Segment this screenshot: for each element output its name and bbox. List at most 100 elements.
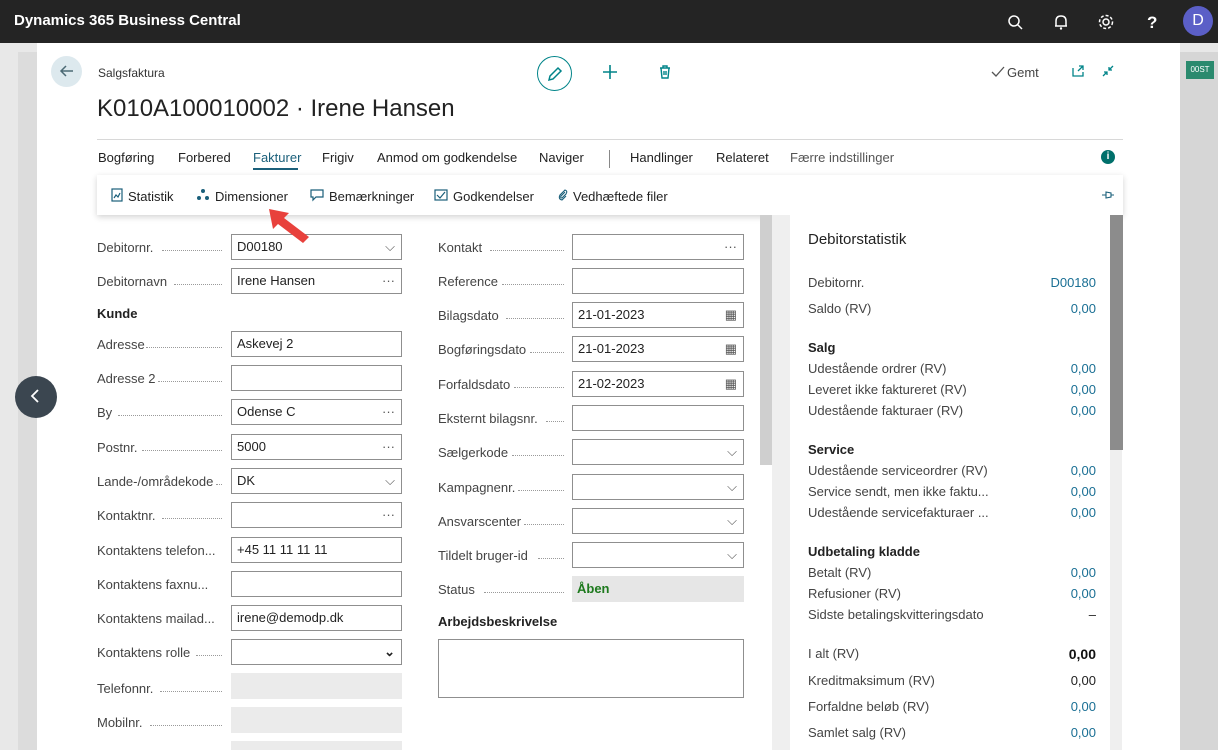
menu-faerre-indstillinger[interactable]: Færre indstillinger — [790, 150, 894, 165]
tildelt-bruger-field[interactable]: ⌵ — [572, 542, 744, 568]
factbox-splitter[interactable] — [760, 215, 772, 465]
kontakt-mail-field[interactable]: irene@demodp.dk — [231, 605, 402, 631]
menu-forbered[interactable]: Forbered — [178, 150, 231, 165]
fb-forfaldne-value[interactable]: 0,00 — [1071, 699, 1096, 714]
collapse-icon[interactable] — [1100, 63, 1116, 79]
menu-fakturer[interactable]: Fakturer — [253, 150, 301, 165]
factbox-scrollbar[interactable] — [1110, 215, 1123, 450]
vedhaeftede-filer-action[interactable]: Vedhæftede filer — [573, 189, 668, 204]
kontakt-rolle-select[interactable]: ⌄ — [231, 639, 402, 665]
kontakt-telefon-field[interactable]: +45 11 11 11 11 — [231, 537, 402, 563]
arbejdsbeskrivelse-textarea[interactable] — [438, 639, 744, 698]
dots — [538, 558, 564, 559]
ellipsis-icon[interactable]: ··· — [724, 239, 737, 254]
checkmark-icon — [991, 66, 1005, 77]
back-button[interactable] — [51, 56, 82, 87]
fb-i-alt-label: I alt (RV) — [808, 646, 860, 661]
fb-leveret-value[interactable]: 0,00 — [1071, 382, 1096, 397]
ellipsis-icon[interactable]: ··· — [382, 507, 395, 522]
avatar[interactable]: D — [1183, 6, 1213, 36]
pencil-icon — [547, 66, 563, 82]
fb-udest-ordrer-label: Udestående ordrer (RV) — [808, 361, 947, 376]
kontaktnr-field[interactable]: ··· — [231, 502, 402, 528]
search-icon[interactable] — [1004, 11, 1026, 33]
landekode-field[interactable]: DK ⌵ — [231, 468, 402, 494]
red-arrow-annotation — [269, 209, 309, 243]
side-tag[interactable]: 00ST — [1186, 61, 1214, 79]
saelgerkode-field[interactable]: ⌵ — [572, 439, 744, 465]
fb-udest-fakt-label: Udestående fakturaer (RV) — [808, 403, 964, 418]
kontakt-fax-label: Kontaktens faxnu... — [97, 577, 209, 592]
chevron-down-icon[interactable]: ⌵ — [385, 473, 395, 489]
bemaerkninger-action[interactable]: Bemærkninger — [329, 189, 414, 204]
fb-samlet-salg-value[interactable]: 0,00 — [1071, 725, 1096, 740]
dimensioner-action[interactable]: Dimensioner — [215, 189, 288, 204]
debitornr-label: Debitornr. — [97, 240, 154, 255]
menu-frigiv[interactable]: Frigiv — [322, 150, 354, 165]
plus-icon[interactable] — [600, 62, 620, 82]
chevron-down-icon[interactable]: ⌵ — [385, 239, 395, 255]
fb-debitornr-value[interactable]: D00180 — [1050, 275, 1096, 290]
fb-udest-fakt-value[interactable]: 0,00 — [1071, 403, 1096, 418]
fb-udest-service-value[interactable]: 0,00 — [1071, 463, 1096, 478]
calendar-icon[interactable]: ▦ — [725, 376, 737, 392]
adresse-field[interactable]: Askevej 2 — [231, 331, 402, 357]
debitornr-field[interactable]: D00180 ⌵ — [231, 234, 402, 260]
bogforingsdato-label: Bogføringsdato — [438, 342, 527, 357]
debitornavn-field[interactable]: Irene Hansen ··· — [231, 268, 402, 294]
calendar-icon[interactable]: ▦ — [725, 341, 737, 357]
menu-naviger[interactable]: Naviger — [539, 150, 584, 165]
forfaldsdato-field[interactable]: 21-02-2023 ▦ — [572, 371, 744, 397]
bell-icon[interactable] — [1050, 11, 1072, 33]
fb-udest-ordrer-value[interactable]: 0,00 — [1071, 361, 1096, 376]
by-field[interactable]: Odense C ··· — [231, 399, 402, 425]
info-icon[interactable]: i — [1101, 150, 1115, 164]
chevron-down-icon[interactable]: ⌵ — [727, 479, 737, 495]
eksternt-bilagsnr-field[interactable] — [572, 405, 744, 431]
previous-record-button[interactable] — [15, 376, 57, 418]
approvals-icon — [434, 189, 448, 201]
pin-icon[interactable] — [1101, 188, 1115, 202]
dots — [490, 250, 564, 251]
bogforingsdato-field[interactable]: 21-01-2023 ▦ — [572, 336, 744, 362]
ellipsis-icon[interactable]: ··· — [382, 439, 395, 454]
postnr-field[interactable]: 5000 ··· — [231, 434, 402, 460]
app-title[interactable]: Dynamics 365 Business Central — [14, 12, 241, 29]
ellipsis-icon[interactable]: ··· — [382, 273, 395, 288]
kontakt-fax-field[interactable] — [231, 571, 402, 597]
bilagsdato-field[interactable]: 21-01-2023 ▦ — [572, 302, 744, 328]
menu-relateret[interactable]: Relateret — [716, 150, 769, 165]
kampagnenr-label: Kampagnenr. — [438, 480, 516, 495]
fb-refusioner-value[interactable]: 0,00 — [1071, 586, 1096, 601]
adresse2-field[interactable] — [231, 365, 402, 391]
godkendelser-action[interactable]: Godkendelser — [453, 189, 534, 204]
kampagnenr-field[interactable]: ⌵ — [572, 474, 744, 500]
adresse-value: Askevej 2 — [237, 336, 294, 351]
paperclip-icon — [558, 189, 568, 201]
help-icon[interactable]: ? — [1141, 11, 1163, 33]
dropdown-arrow-icon[interactable]: ⌄ — [384, 644, 395, 660]
fb-udest-servicefakt-value[interactable]: 0,00 — [1071, 505, 1096, 520]
fb-kreditmaks-label: Kreditmaksimum (RV) — [808, 673, 935, 688]
fb-service-sendt-value[interactable]: 0,00 — [1071, 484, 1096, 499]
dots — [162, 518, 222, 519]
ellipsis-icon[interactable]: ··· — [382, 404, 395, 419]
fb-debitornr-label: Debitornr. — [808, 275, 865, 290]
calendar-icon[interactable]: ▦ — [725, 307, 737, 323]
menu-anmod-om-godkendelse[interactable]: Anmod om godkendelse — [377, 150, 517, 165]
delete-icon[interactable] — [655, 62, 675, 82]
fb-betalt-value[interactable]: 0,00 — [1071, 565, 1096, 580]
menu-bogforing[interactable]: Bogføring — [98, 150, 154, 165]
reference-field[interactable] — [572, 268, 744, 294]
edit-button[interactable] — [537, 56, 572, 91]
chevron-down-icon[interactable]: ⌵ — [727, 444, 737, 460]
ansvarscenter-field[interactable]: ⌵ — [572, 508, 744, 534]
menu-handlinger[interactable]: Handlinger — [630, 150, 693, 165]
fb-saldo-value[interactable]: 0,00 — [1071, 301, 1096, 316]
kontakt-field[interactable]: ··· — [572, 234, 744, 260]
statistik-action[interactable]: Statistik — [128, 189, 174, 204]
chevron-down-icon[interactable]: ⌵ — [727, 547, 737, 563]
open-new-window-icon[interactable] — [1070, 63, 1086, 79]
gear-icon[interactable] — [1095, 11, 1117, 33]
chevron-down-icon[interactable]: ⌵ — [727, 513, 737, 529]
